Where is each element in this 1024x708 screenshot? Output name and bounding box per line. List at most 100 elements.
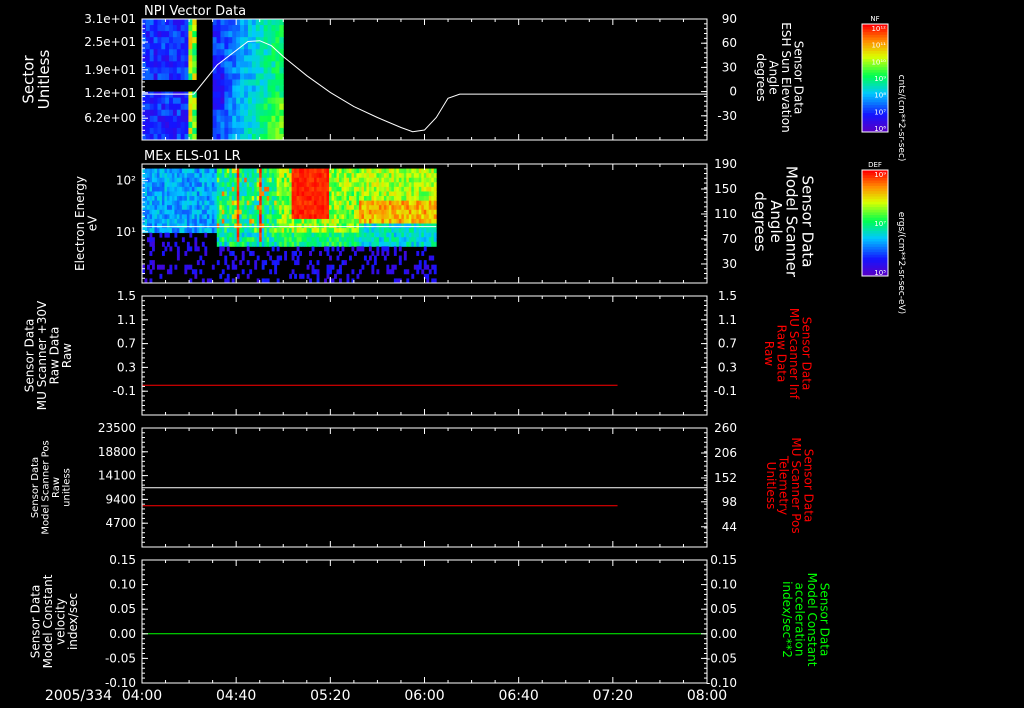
spectrogram-cell <box>264 186 268 192</box>
spectrogram-cell <box>151 218 155 224</box>
spectrogram-cell <box>179 177 183 183</box>
spectrogram-cell <box>192 61 197 68</box>
spectrogram-cell <box>291 269 295 275</box>
spectrogram-cell <box>433 218 437 224</box>
spectrogram-cell <box>254 200 258 206</box>
spectrogram-cell <box>275 115 280 123</box>
spectrogram-cell <box>401 173 405 179</box>
spectrogram-cell <box>428 228 432 234</box>
spectrogram-cell <box>371 228 375 234</box>
spectrogram-cell <box>351 168 355 174</box>
spectrogram-cell <box>153 37 158 44</box>
y2-tick-label: 44 <box>722 520 737 534</box>
spectrogram-cell <box>316 173 320 179</box>
y2-tick-label: 0 <box>729 85 737 99</box>
spectrogram-cell <box>174 186 178 192</box>
spectrogram-cell <box>378 182 382 188</box>
spectrogram-cell <box>376 182 380 188</box>
spectrogram-cell <box>326 232 330 238</box>
spectrogram-cell <box>351 186 355 192</box>
spectrogram-cell <box>219 196 223 202</box>
spectrogram-cell <box>428 173 432 179</box>
spectrogram-cell <box>251 186 255 192</box>
spectrogram-cell <box>334 241 337 247</box>
spectrogram-cell <box>326 273 330 279</box>
spectrogram-cell <box>274 232 278 238</box>
spectrogram-cell <box>311 246 315 252</box>
spectrogram-cell <box>164 205 168 211</box>
spectrogram-cell <box>204 200 208 206</box>
spectrogram-cell <box>316 196 320 202</box>
spectrogram-cell <box>267 67 272 74</box>
spectrogram-cell <box>408 205 412 211</box>
spectrogram-cell <box>363 177 367 183</box>
spectrogram-cell <box>199 209 203 215</box>
spectrogram-cell <box>361 196 365 202</box>
spectrogram-cell <box>334 168 337 174</box>
spectrogram-cell <box>373 196 377 202</box>
spectrogram-cell <box>259 97 265 105</box>
spectrogram-cell <box>339 223 342 229</box>
spectrogram-cell <box>309 173 312 179</box>
spectrogram-cell <box>279 214 283 220</box>
spectrogram-cell <box>267 19 272 26</box>
spectrogram-cell <box>267 109 272 117</box>
spectrogram-cell <box>172 97 178 105</box>
spectrogram-cell <box>181 223 185 229</box>
spectrogram-cell <box>201 260 205 266</box>
spectrogram-cell <box>180 73 186 80</box>
spectrogram-cell <box>301 168 305 174</box>
spectrogram-cell <box>403 237 407 243</box>
spectrogram-cell <box>326 205 330 211</box>
spectrogram-cell <box>216 103 221 111</box>
spectrogram-cell <box>431 177 435 183</box>
spectrogram-cell <box>348 205 352 211</box>
spectrogram-cell <box>251 91 257 99</box>
spectrogram-cell <box>221 241 225 247</box>
spectrogram-cell <box>174 218 178 224</box>
spectrogram-cell <box>289 177 293 183</box>
spectrogram-cell <box>176 214 180 220</box>
spectrogram-cell <box>301 209 305 215</box>
spectrogram-cell <box>269 255 273 261</box>
spectrogram-cell <box>274 168 278 174</box>
spectrogram-cell <box>286 168 290 174</box>
spectrogram-cell <box>172 19 178 26</box>
spectrogram-cell <box>329 269 332 275</box>
spectrogram-cell <box>336 186 340 192</box>
spectrogram-cell <box>176 37 182 44</box>
spectrogram-cell <box>391 223 395 229</box>
spectrogram-cell <box>236 109 241 117</box>
spectrogram-cell <box>196 196 200 202</box>
spectrogram-cell <box>373 228 377 234</box>
spectrogram-cell <box>261 260 265 266</box>
spectrogram-cell <box>411 241 415 247</box>
spectrogram-cell <box>421 214 425 220</box>
spectrogram-cell <box>174 223 178 229</box>
spectrogram-cell <box>413 177 417 183</box>
spectrogram-cell <box>371 186 375 192</box>
spectrogram-cell <box>240 97 245 105</box>
time-tick-label: 04:40 <box>216 688 256 704</box>
spectrogram-cell <box>324 228 327 234</box>
spectrogram-cell <box>408 223 412 229</box>
spectrogram-cell <box>209 200 213 206</box>
spectrogram-cell <box>145 37 151 44</box>
spectrogram-cell <box>259 49 265 56</box>
spectrogram-cell <box>271 209 275 215</box>
spectrogram-cell <box>356 168 360 174</box>
axis-title-line: Raw <box>762 341 776 366</box>
spectrogram-cell <box>386 209 390 215</box>
spectrogram-cell <box>261 205 265 211</box>
spectrogram-cell <box>366 191 370 197</box>
spectrogram-cell <box>164 214 168 220</box>
spectrogram-cell <box>236 168 240 174</box>
spectrogram-cell <box>353 173 357 179</box>
spectrogram-cell <box>224 177 228 183</box>
spectrogram-cell <box>304 168 307 174</box>
spectrogram-cell <box>201 173 205 179</box>
spectrogram-cell <box>153 109 158 117</box>
spectrogram-cell <box>433 264 437 270</box>
spectrogram-cell <box>324 200 327 206</box>
y2-tick-label: 30 <box>722 257 737 271</box>
